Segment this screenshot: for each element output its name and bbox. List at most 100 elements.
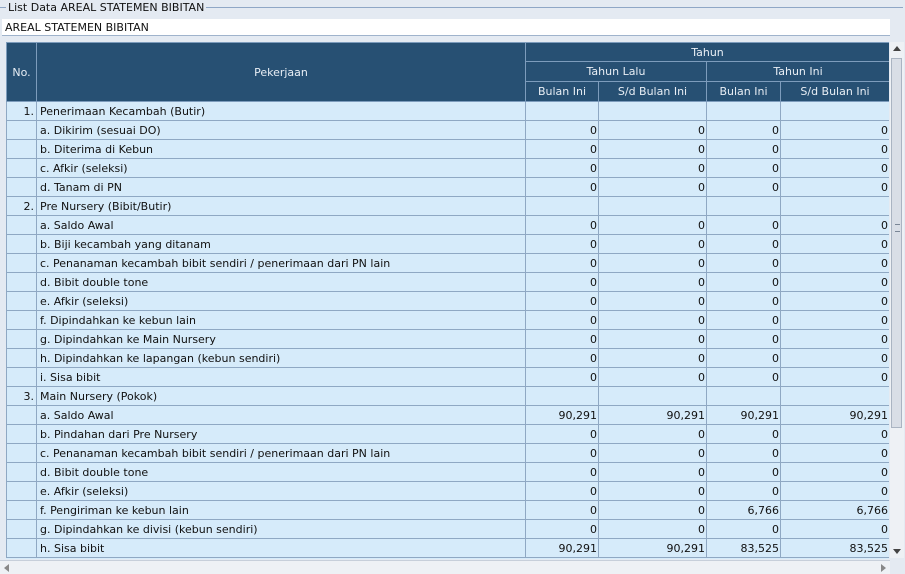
table-row[interactable]: i. Sisa bibit 0 0 0 0 <box>6 367 889 387</box>
row-value-cell: 0 <box>598 253 707 273</box>
row-value-cell: 0 <box>525 500 599 520</box>
row-label: b. Biji kecambah yang ditanam <box>36 234 526 254</box>
row-value-cell: 0 <box>598 481 707 501</box>
table-row[interactable]: c. Afkir (seleksi) 0 0 0 0 <box>6 158 889 178</box>
table-row[interactable]: g. Dipindahkan ke divisi (kebun sendiri)… <box>6 519 889 539</box>
row-value-cell <box>780 386 889 406</box>
row-number: 2. <box>6 196 37 216</box>
horizontal-scrollbar[interactable] <box>0 560 890 574</box>
col-header-no: No. <box>6 42 37 102</box>
row-label: d. Bibit double tone <box>36 272 526 292</box>
row-value-cell: 0 <box>706 158 781 178</box>
table-row[interactable]: d. Bibit double tone 0 0 0 0 <box>6 462 889 482</box>
row-value-cell: 0 <box>780 158 889 178</box>
row-number <box>6 234 37 254</box>
row-value-cell: 0 <box>598 291 707 311</box>
row-label: Pre Nursery (Bibit/Butir) <box>36 196 526 216</box>
table-row[interactable]: a. Dikirim (sesuai DO) 0 0 0 0 <box>6 120 889 140</box>
row-value-cell: 0 <box>706 177 781 197</box>
row-value-cell: 0 <box>706 481 781 501</box>
table-row[interactable]: b. Pindahan dari Pre Nursery 0 0 0 0 <box>6 424 889 444</box>
table-row[interactable]: 2. Pre Nursery (Bibit/Butir) <box>6 196 889 216</box>
row-label: f. Dipindahkan ke kebun lain <box>36 310 526 330</box>
scroll-up-arrow-icon[interactable] <box>893 46 901 51</box>
row-number: 1. <box>6 101 37 121</box>
row-number <box>6 329 37 349</box>
table-row[interactable]: 3. Main Nursery (Pokok) <box>6 386 889 406</box>
row-number <box>6 443 37 463</box>
vertical-scroll-thumb[interactable] <box>891 58 902 428</box>
row-value-cell: 0 <box>706 443 781 463</box>
row-label: c. Penanaman kecambah bibit sendiri / pe… <box>36 253 526 273</box>
row-value-cell: 0 <box>598 367 707 387</box>
row-number <box>6 215 37 235</box>
row-value-cell: 90,291 <box>780 405 889 425</box>
row-label: d. Tanam di PN <box>36 177 526 197</box>
row-value-cell: 0 <box>525 215 599 235</box>
row-value-cell: 0 <box>598 462 707 482</box>
row-value-cell: 0 <box>525 158 599 178</box>
row-value-cell: 0 <box>706 253 781 273</box>
table-row[interactable]: 1. Penerimaan Kecambah (Butir) <box>6 101 889 121</box>
row-value-cell: 0 <box>525 177 599 197</box>
row-value-cell: 0 <box>525 462 599 482</box>
table-row[interactable]: h. Sisa bibit 90,291 90,291 83,525 83,525 <box>6 538 889 558</box>
row-value-cell: 0 <box>780 234 889 254</box>
vertical-scrollbar[interactable] <box>890 42 904 558</box>
row-number <box>6 538 37 558</box>
col-header-tahun: Tahun <box>525 42 889 62</box>
table-row[interactable]: a. Saldo Awal 90,291 90,291 90,291 90,291 <box>6 405 889 425</box>
table-row[interactable]: b. Biji kecambah yang ditanam 0 0 0 0 <box>6 234 889 254</box>
row-value-cell: 0 <box>598 177 707 197</box>
table-row[interactable]: g. Dipindahkan ke Main Nursery 0 0 0 0 <box>6 329 889 349</box>
table-row[interactable]: d. Bibit double tone 0 0 0 0 <box>6 272 889 292</box>
table-row[interactable]: d. Tanam di PN 0 0 0 0 <box>6 177 889 197</box>
row-value-cell: 0 <box>780 481 889 501</box>
row-label: g. Dipindahkan ke Main Nursery <box>36 329 526 349</box>
table-row[interactable]: e. Afkir (seleksi) 0 0 0 0 <box>6 291 889 311</box>
table-row[interactable]: c. Penanaman kecambah bibit sendiri / pe… <box>6 443 889 463</box>
row-label: h. Dipindahkan ke lapangan (kebun sendir… <box>36 348 526 368</box>
table-row[interactable]: h. Dipindahkan ke lapangan (kebun sendir… <box>6 348 889 368</box>
row-number <box>6 481 37 501</box>
row-number <box>6 291 37 311</box>
table-row[interactable]: e. Afkir (seleksi) 0 0 0 0 <box>6 481 889 501</box>
statement-table-container[interactable]: No. Pekerjaan Tahun Tahun Lalu Tahun Ini… <box>6 42 889 559</box>
row-number <box>6 519 37 539</box>
table-row[interactable]: f. Dipindahkan ke kebun lain 0 0 0 0 <box>6 310 889 330</box>
row-value-cell: 0 <box>525 310 599 330</box>
row-number <box>6 158 37 178</box>
row-label: Penerimaan Kecambah (Butir) <box>36 101 526 121</box>
row-value-cell: 0 <box>706 424 781 444</box>
row-value-cell <box>598 386 707 406</box>
table-row[interactable]: f. Pengiriman ke kebun lain 0 0 6,766 6,766 <box>6 500 889 520</box>
row-value-cell <box>525 386 599 406</box>
row-value-cell: 0 <box>525 424 599 444</box>
row-value-cell: 90,291 <box>525 405 599 425</box>
table-row[interactable]: b. Diterima di Kebun 0 0 0 0 <box>6 139 889 159</box>
col-header-tahun-lalu: Tahun Lalu <box>525 61 707 82</box>
row-value-cell: 0 <box>780 253 889 273</box>
col-header-lalu-bulan-ini: Bulan Ini <box>525 81 599 102</box>
row-number <box>6 424 37 444</box>
row-value-cell: 0 <box>780 215 889 235</box>
row-value-cell: 0 <box>780 443 889 463</box>
row-value-cell: 0 <box>780 291 889 311</box>
row-value-cell <box>706 386 781 406</box>
table-row[interactable]: c. Penanaman kecambah bibit sendiri / pe… <box>6 253 889 273</box>
row-value-cell: 0 <box>780 367 889 387</box>
scroll-down-arrow-icon[interactable] <box>893 549 901 554</box>
statement-table: No. Pekerjaan Tahun Tahun Lalu Tahun Ini… <box>6 42 889 558</box>
row-label: c. Afkir (seleksi) <box>36 158 526 178</box>
table-row[interactable]: a. Saldo Awal 0 0 0 0 <box>6 215 889 235</box>
row-number <box>6 348 37 368</box>
row-number <box>6 367 37 387</box>
row-value-cell: 83,525 <box>706 538 781 558</box>
scroll-left-arrow-icon[interactable] <box>4 564 9 572</box>
row-value-cell: 0 <box>525 519 599 539</box>
row-value-cell: 0 <box>780 177 889 197</box>
row-label: a. Saldo Awal <box>36 405 526 425</box>
row-value-cell <box>598 101 707 121</box>
row-value-cell: 0 <box>598 329 707 349</box>
scroll-right-arrow-icon[interactable] <box>881 564 886 572</box>
